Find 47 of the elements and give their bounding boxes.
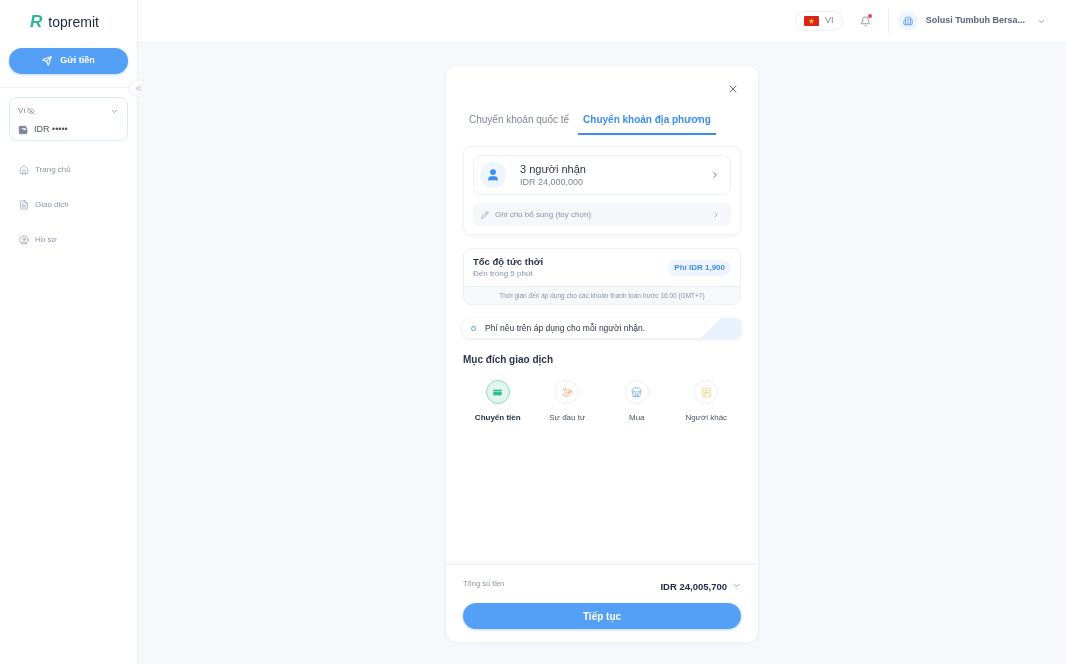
pencil-icon xyxy=(481,210,489,219)
recipients-row[interactable]: 3 người nhận IDR 24,000,000 xyxy=(473,155,731,195)
nav-item[interactable]: Hồ sơ xyxy=(19,230,118,250)
document-icon xyxy=(19,200,29,210)
nav-item[interactable]: Giao dịch xyxy=(19,195,118,215)
tab[interactable]: Chuyển khoản địa phương xyxy=(578,108,716,135)
chevron-right-icon xyxy=(710,170,720,180)
store-icon xyxy=(624,380,649,404)
tab[interactable]: Chuyển khoản quốc tế xyxy=(464,108,575,135)
recipients-amount: IDR 24,000,000 xyxy=(520,175,584,188)
hand-coin-icon xyxy=(555,380,580,404)
recipients-title: 3 người nhận xyxy=(520,162,586,176)
purpose-option[interactable]: Sự đầu tư xyxy=(532,380,602,424)
wallet-icon xyxy=(18,124,28,135)
purpose-option[interactable]: Người khác xyxy=(671,380,741,424)
total-amount[interactable]: IDR 24,005,700 xyxy=(660,579,727,594)
purpose-title: Mục đích giao dịch xyxy=(463,353,554,367)
info-text: Phí nêu trên áp dụng cho mỗi người nhận. xyxy=(485,321,646,335)
purpose-option[interactable]: Mua xyxy=(602,380,672,424)
speed-title: Tốc độ tức thời xyxy=(473,256,544,268)
logo-mark: R xyxy=(30,13,43,30)
wallet-label: Ví xyxy=(18,105,26,117)
notification-button[interactable] xyxy=(858,14,873,28)
home-icon xyxy=(19,165,29,175)
fee-badge: Phí IDR 1,900 xyxy=(668,259,731,276)
double-chevron-left-icon xyxy=(133,83,143,93)
purpose-option[interactable]: Chuyển tiền xyxy=(463,380,533,424)
wallet-card[interactable]: Ví IDR ••••• xyxy=(9,97,128,141)
speed-eta: Đến trong 5 phút xyxy=(473,268,534,279)
nav-item[interactable]: Trang chủ xyxy=(19,160,118,180)
bell-icon xyxy=(860,15,872,27)
logo-text: topremit xyxy=(48,14,99,29)
collapse-button[interactable] xyxy=(129,79,147,97)
flag-icon xyxy=(803,16,819,26)
send-icon xyxy=(42,56,53,66)
wallet-balance: IDR ••••• xyxy=(34,123,68,136)
chevron-right-icon xyxy=(712,210,720,219)
send-money-button[interactable]: Gửi tiền xyxy=(9,48,128,74)
card-icon xyxy=(485,380,510,404)
company-avatar-icon xyxy=(897,11,918,31)
user-circle-icon xyxy=(19,235,29,245)
note-button[interactable]: Ghi chú bổ sung (tùy chọn) xyxy=(473,203,731,226)
eye-off-icon[interactable] xyxy=(26,107,35,115)
account-name[interactable]: Solusi Tumbuh Bersa... xyxy=(925,14,1025,28)
person-avatar-icon xyxy=(480,162,506,188)
receipt-icon xyxy=(694,380,719,404)
continue-button[interactable]: Tiếp tục xyxy=(463,603,741,629)
